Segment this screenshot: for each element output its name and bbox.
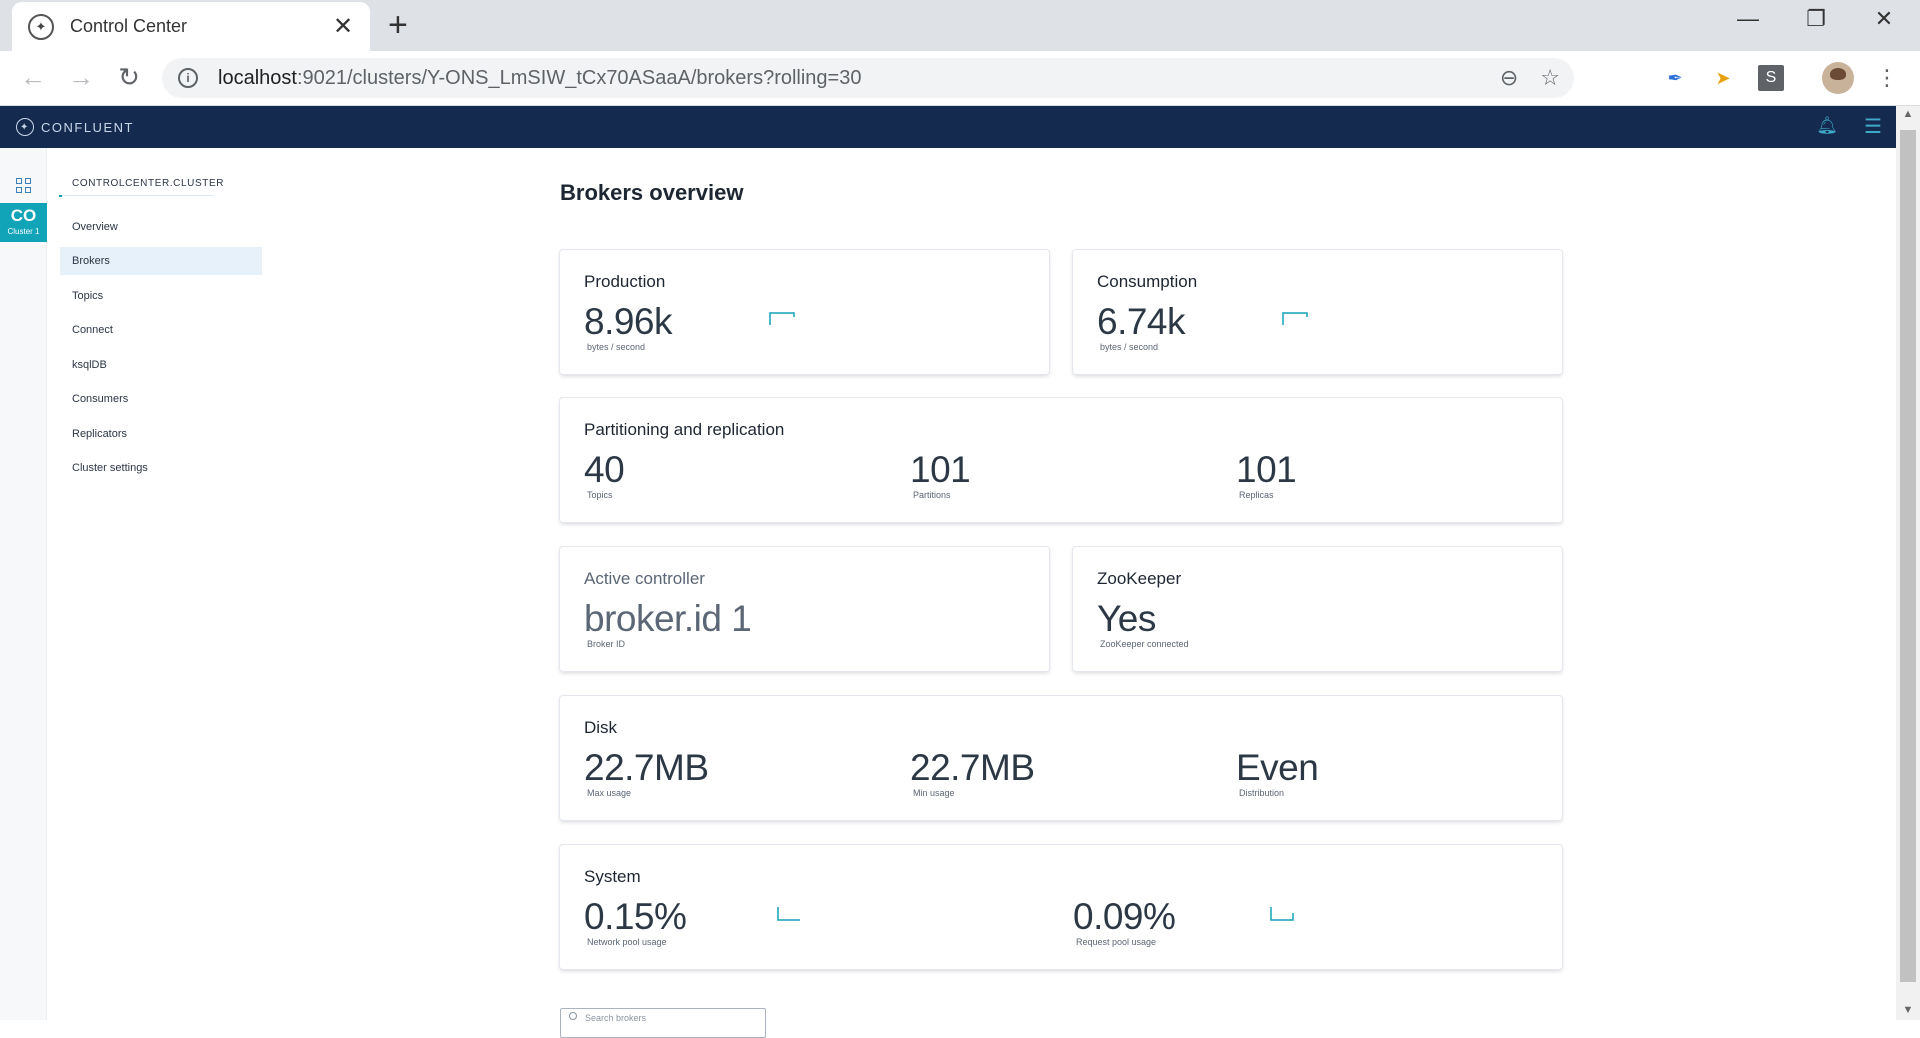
sidebar-item-cluster-settings[interactable]: Cluster settings	[60, 454, 262, 482]
search-placeholder: Search brokers	[585, 1013, 647, 1023]
topics-metric: 40 Topics	[584, 448, 625, 500]
info-icon[interactable]: i	[178, 68, 198, 88]
topics-value: 40	[584, 449, 625, 490]
disk-max-value: 22.7MB	[584, 747, 709, 788]
zoom-out-icon[interactable]: ⊖	[1500, 65, 1518, 91]
new-tab-button[interactable]: +	[388, 6, 408, 45]
app-header: ✦ CONFLUENT 🔔︎ ☰	[0, 106, 1896, 148]
confluent-logo[interactable]: ✦ CONFLUENT	[16, 118, 134, 136]
partitions-value: 101	[910, 449, 971, 490]
disk-distribution-value: Even	[1236, 747, 1319, 788]
profile-avatar[interactable]	[1822, 62, 1854, 94]
replicas-value: 101	[1236, 449, 1297, 490]
zookeeper-value: Yes	[1097, 598, 1156, 639]
reload-button[interactable]: ↻	[112, 62, 146, 93]
cluster-name-divider	[59, 195, 257, 197]
sidebar-item-replicators[interactable]: Replicators	[60, 420, 262, 448]
production-value: 8.96k	[584, 301, 673, 342]
s-extension-icon[interactable]: S	[1758, 65, 1784, 91]
sidebar-item-overview[interactable]: Overview	[60, 213, 262, 241]
back-button[interactable]: ←	[16, 62, 50, 93]
disk-card[interactable]: Disk 22.7MB Max usage 22.7MB Min usage E…	[560, 696, 1562, 820]
feather-extension-icon[interactable]: ✒	[1662, 65, 1688, 91]
production-sparkline	[769, 312, 795, 325]
network-pool-sparkline	[777, 907, 800, 921]
browser-tab-strip: ✦ Control Center ✕ + — ❐ ✕	[0, 0, 1920, 51]
system-card[interactable]: System 0.15% Network pool usage 0.09% Re…	[560, 845, 1562, 969]
disk-min-metric: 22.7MB Min usage	[910, 746, 1035, 798]
partitioning-card[interactable]: Partitioning and replication 40 Topics 1…	[560, 398, 1562, 522]
zookeeper-card[interactable]: ZooKeeper Yes ZooKeeper connected	[1073, 547, 1562, 671]
url-host: localhost	[218, 66, 297, 89]
cluster-abbr: CO	[10, 206, 37, 225]
forward-button[interactable]: →	[64, 62, 98, 93]
request-pool-sparkline	[1270, 907, 1294, 921]
replicas-metric: 101 Replicas	[1236, 448, 1297, 500]
request-pool-value: 0.09%	[1073, 896, 1176, 937]
sidebar-item-topics[interactable]: Topics	[60, 282, 262, 310]
browser-toolbar: ← → ↻ i localhost:9021/clusters/Y-ONS_Lm…	[0, 51, 1920, 106]
network-pool-metric: 0.15% Network pool usage	[584, 895, 687, 947]
partitions-metric: 101 Partitions	[910, 448, 971, 500]
restore-window-button[interactable]: ❐	[1796, 6, 1836, 32]
controller-metric: broker.id 1 Broker ID	[584, 597, 752, 649]
tab-title: Control Center	[70, 16, 188, 36]
scroll-up-arrow-icon[interactable]: ▲	[1896, 108, 1920, 120]
disk-max-metric: 22.7MB Max usage	[584, 746, 709, 798]
disk-min-value: 22.7MB	[910, 747, 1035, 788]
cluster-rail: CO Cluster 1	[0, 148, 47, 1020]
scrollbar-thumb[interactable]	[1900, 130, 1916, 982]
page-scrollbar[interactable]: ▲ ▼	[1896, 106, 1920, 1020]
confluent-logo-icon: ✦	[16, 118, 34, 136]
minimize-window-button[interactable]: —	[1728, 6, 1768, 32]
consumption-metric: 6.74k bytes / second	[1097, 300, 1186, 352]
request-pool-metric: 0.09% Request pool usage	[1073, 895, 1176, 947]
controller-title: Active controller	[584, 569, 705, 588]
zookeeper-label: ZooKeeper connected	[1100, 639, 1189, 649]
sidebar-item-consumers[interactable]: Consumers	[60, 385, 262, 413]
cluster-tile[interactable]: CO Cluster 1	[0, 203, 47, 242]
confluent-favicon-icon: ✦	[28, 13, 54, 40]
zookeeper-metric: Yes ZooKeeper connected	[1097, 597, 1189, 649]
sidebar-item-ksqldb[interactable]: ksqlDB	[60, 351, 262, 379]
tab-close-icon[interactable]: ✕	[330, 12, 356, 41]
consumption-sparkline	[1282, 312, 1308, 325]
close-window-button[interactable]: ✕	[1864, 6, 1904, 32]
sidebar-item-connect[interactable]: Connect	[60, 316, 262, 344]
partitioning-title: Partitioning and replication	[584, 420, 785, 439]
cluster-sub-label: Cluster 1	[7, 227, 40, 236]
production-card[interactable]: Production 8.96k bytes / second	[560, 250, 1049, 374]
broker-search-input[interactable]: Search brokers	[560, 1008, 766, 1038]
sidebar: CONTROLCENTER.CLUSTER Overview Brokers T…	[47, 148, 262, 1020]
address-bar[interactable]: i localhost:9021/clusters/Y-ONS_LmSIW_tC…	[162, 58, 1574, 98]
star-icon[interactable]: ☆	[1540, 65, 1560, 91]
brand-name: CONFLUENT	[41, 119, 134, 135]
arrow-extension-icon[interactable]: ➤	[1710, 65, 1736, 91]
url-path: :9021/clusters/Y-ONS_LmSIW_tCx70ASaaA/br…	[296, 66, 862, 89]
consumption-title: Consumption	[1097, 272, 1198, 291]
page-title: Brokers overview	[560, 180, 744, 205]
zookeeper-title: ZooKeeper	[1097, 569, 1182, 588]
production-title: Production	[584, 272, 666, 291]
system-title: System	[584, 867, 641, 886]
sidebar-item-brokers[interactable]: Brokers	[60, 247, 262, 275]
notification-bell-icon[interactable]: 🔔︎	[1816, 116, 1838, 136]
hamburger-menu-icon[interactable]: ☰	[1864, 114, 1882, 139]
active-controller-card[interactable]: Active controller broker.id 1 Broker ID	[560, 547, 1049, 671]
production-metric: 8.96k bytes / second	[584, 300, 673, 352]
disk-distribution-metric: Even Distribution	[1236, 746, 1319, 798]
browser-menu-icon[interactable]: ⋮	[1874, 65, 1900, 91]
consumption-value: 6.74k	[1097, 301, 1186, 342]
url-text[interactable]: localhost:9021/clusters/Y-ONS_LmSIW_tCx7…	[218, 67, 1478, 90]
all-clusters-grid-icon[interactable]	[16, 178, 32, 194]
sidebar-cluster-name: CONTROLCENTER.CLUSTER	[72, 178, 225, 189]
scroll-down-arrow-icon[interactable]: ▼	[1896, 1004, 1920, 1016]
consumption-card[interactable]: Consumption 6.74k bytes / second	[1073, 250, 1562, 374]
disk-title: Disk	[584, 718, 618, 737]
controller-value: broker.id 1	[584, 598, 752, 639]
browser-tab[interactable]: ✦ Control Center ✕	[12, 2, 370, 51]
network-pool-value: 0.15%	[584, 896, 687, 937]
search-icon	[569, 1012, 577, 1020]
